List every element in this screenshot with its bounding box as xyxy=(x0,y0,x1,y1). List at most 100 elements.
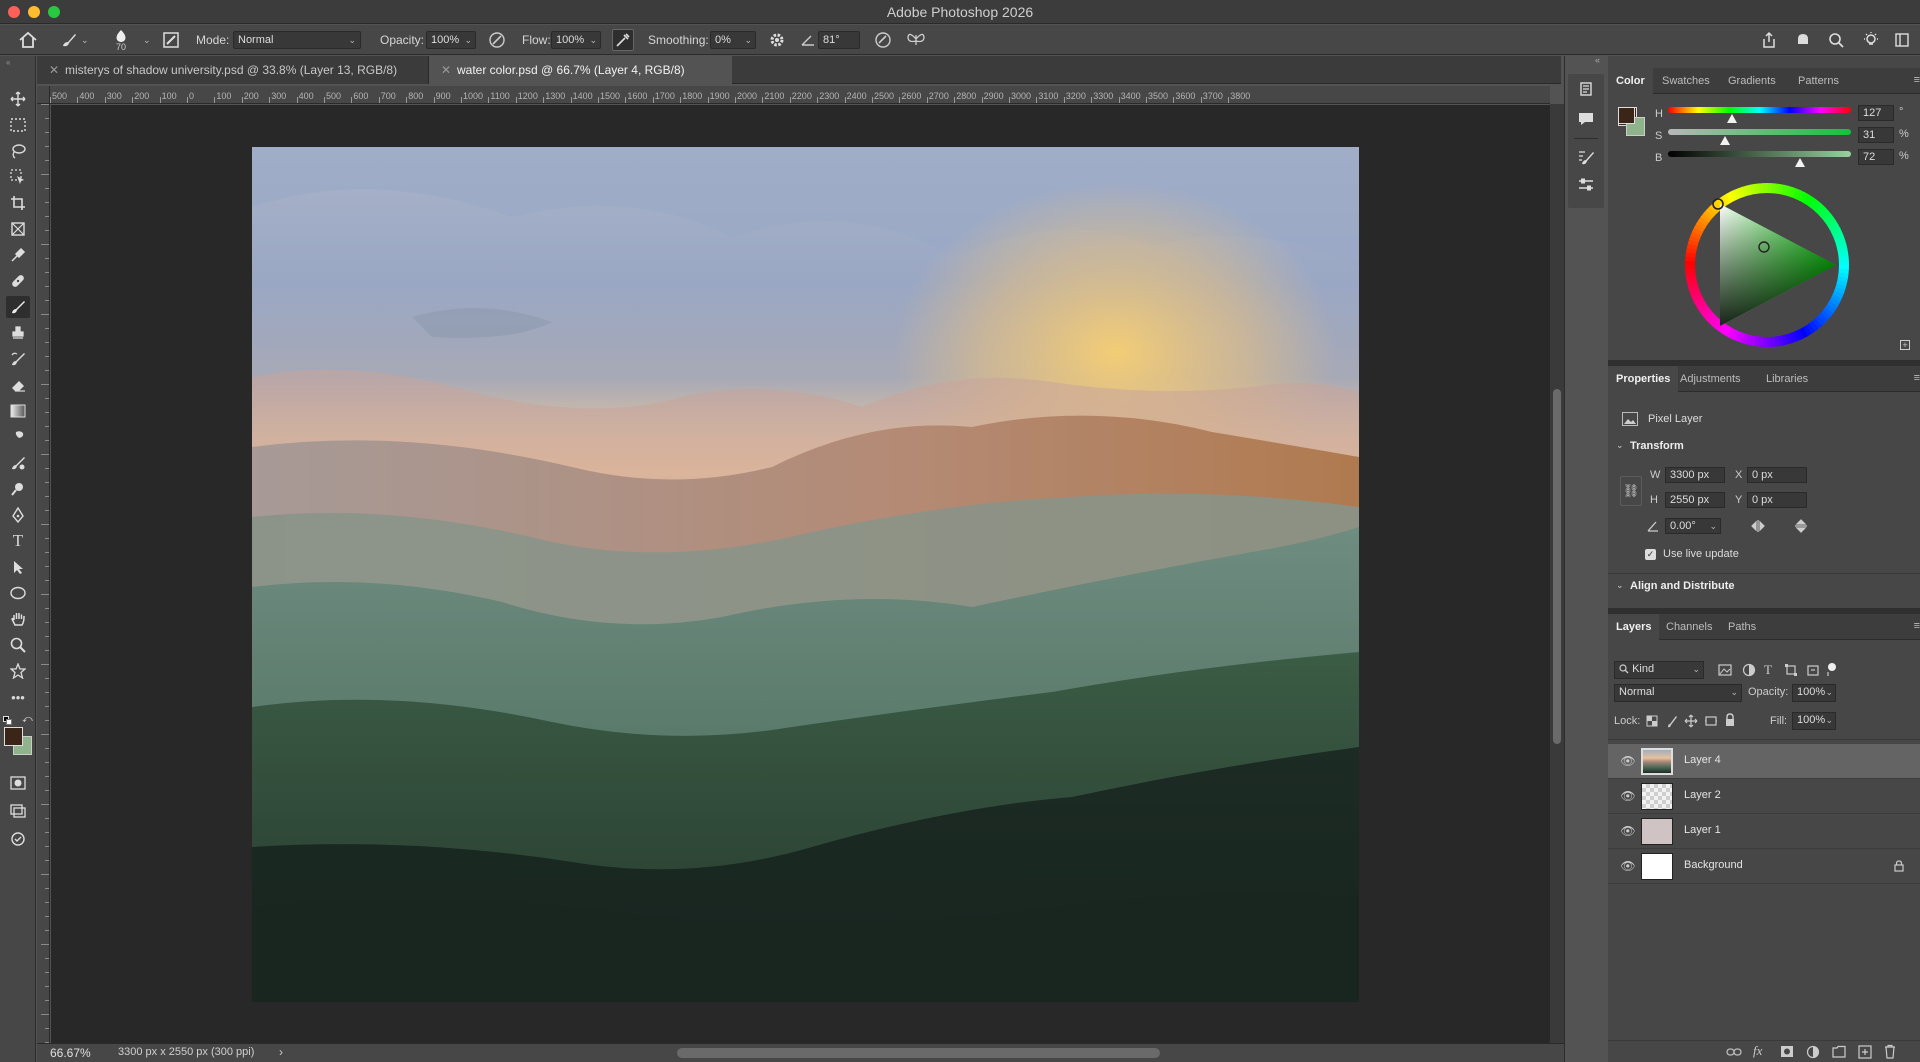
pressure-opacity-toggle[interactable] xyxy=(488,25,506,55)
rotation-field[interactable]: 0.00° ⌄ xyxy=(1665,518,1721,534)
search-button[interactable] xyxy=(1828,25,1845,55)
smoothing-settings-button[interactable] xyxy=(768,25,786,55)
opacity-field[interactable]: 100% ⌄ xyxy=(426,31,476,49)
discover-button[interactable] xyxy=(1862,25,1880,55)
swap-colors-icon[interactable]: ⤺ xyxy=(22,714,33,725)
symmetry-button[interactable] xyxy=(906,25,926,55)
tab-gradients[interactable]: Gradients xyxy=(1720,68,1784,94)
brightness-slider-thumb[interactable] xyxy=(1794,158,1805,167)
lock-position-icon[interactable] xyxy=(1684,714,1698,728)
close-tab-icon[interactable]: ✕ xyxy=(441,56,451,84)
foreground-color-swatch[interactable] xyxy=(4,727,23,746)
align-distribute-heading[interactable]: Align and Distribute xyxy=(1630,580,1735,592)
lock-image-pixels-icon[interactable] xyxy=(1666,714,1678,728)
filter-smart-object-icon[interactable] xyxy=(1806,663,1820,677)
layer-row-background[interactable]: 👁 Background xyxy=(1608,849,1920,884)
blend-mode-select[interactable]: Normal ⌄ xyxy=(1614,684,1742,702)
mode-select[interactable]: Normal ⌄ xyxy=(233,31,361,49)
content-aware-button[interactable] xyxy=(6,828,30,850)
brush-settings-panel-button[interactable] xyxy=(1576,148,1596,168)
layer-filter-kind-select[interactable]: Kind ⌄ xyxy=(1614,661,1704,679)
history-panel-button[interactable] xyxy=(1576,80,1596,100)
filter-toggle-icon[interactable] xyxy=(1824,662,1840,678)
ruler-origin[interactable] xyxy=(37,86,50,104)
history-brush-tool[interactable] xyxy=(6,348,30,370)
hue-slider-thumb[interactable] xyxy=(1727,114,1738,123)
dodge-tool[interactable] xyxy=(6,478,30,500)
flip-vertical-icon[interactable] xyxy=(1794,518,1808,534)
brush-angle-field[interactable]: 81° xyxy=(818,31,860,49)
pen-tool[interactable] xyxy=(6,504,30,526)
filter-shape-icon[interactable] xyxy=(1784,663,1798,677)
color-wheel[interactable] xyxy=(1676,174,1858,356)
width-field[interactable]: 3300 px xyxy=(1665,467,1725,483)
filter-adjustment-icon[interactable] xyxy=(1742,663,1756,677)
y-field[interactable]: 0 px xyxy=(1747,492,1807,508)
tab-water-color[interactable]: ✕ water color.psd @ 66.7% (Layer 4, RGB/… xyxy=(429,56,732,84)
workspace-button[interactable] xyxy=(1894,25,1910,55)
layer-name[interactable]: Layer 1 xyxy=(1684,824,1721,836)
delete-layer-icon[interactable] xyxy=(1884,1044,1896,1059)
lock-artboard-icon[interactable] xyxy=(1704,714,1718,728)
layer-name[interactable]: Layer 2 xyxy=(1684,789,1721,801)
link-dimensions-button[interactable]: ⛓ xyxy=(1620,476,1642,506)
flow-field[interactable]: 100% ⌄ xyxy=(551,31,601,49)
clone-stamp-tool[interactable] xyxy=(6,322,30,344)
filter-type-icon[interactable]: T xyxy=(1764,662,1772,678)
more-tools-button[interactable]: ••• xyxy=(6,686,30,708)
vertical-scrollbar[interactable] xyxy=(1550,104,1564,1043)
object-selection-tool[interactable] xyxy=(6,166,30,188)
home-button[interactable] xyxy=(18,25,38,55)
close-tab-icon[interactable]: ✕ xyxy=(49,56,59,84)
tab-patterns[interactable]: Patterns xyxy=(1790,68,1847,94)
collapse-chevron-icon[interactable]: « xyxy=(6,58,10,67)
path-selection-tool[interactable] xyxy=(6,556,30,578)
tab-misterys-of-shadow-university[interactable]: ✕ misterys of shadow university.psd @ 33… xyxy=(37,56,429,84)
tab-color[interactable]: Color xyxy=(1608,68,1653,94)
tab-channels[interactable]: Channels xyxy=(1658,614,1720,640)
comments-panel-button[interactable] xyxy=(1576,110,1596,130)
new-adjustment-layer-icon[interactable] xyxy=(1806,1045,1820,1059)
notifications-button[interactable] xyxy=(1795,25,1811,55)
visibility-eye-icon[interactable]: 👁 xyxy=(1620,789,1636,803)
lock-all-icon[interactable] xyxy=(1724,713,1736,727)
screen-mode-button[interactable] xyxy=(6,800,30,822)
horizontal-ruler[interactable]: 500 400 300 200 100 0 100 200 300 400 500 600 700 800… xyxy=(50,86,1550,104)
filter-pixel-icon[interactable] xyxy=(1718,664,1732,676)
tab-layers[interactable]: Layers xyxy=(1608,614,1660,640)
status-menu-arrow-icon[interactable]: › xyxy=(279,1045,283,1059)
move-tool[interactable] xyxy=(6,88,30,110)
eyedropper-tool[interactable] xyxy=(6,244,30,266)
lasso-tool[interactable] xyxy=(6,140,30,162)
link-layers-icon[interactable] xyxy=(1726,1046,1742,1058)
smudge-tool[interactable] xyxy=(6,426,30,448)
brush-preset-picker[interactable]: ⌄ xyxy=(60,25,89,55)
type-tool[interactable]: T xyxy=(6,530,30,552)
marquee-tool[interactable] xyxy=(6,114,30,136)
custom-tool[interactable] xyxy=(6,660,30,682)
brush-size-preview[interactable]: 70 xyxy=(112,25,130,55)
layer-row-layer-1[interactable]: 👁 Layer 1 xyxy=(1608,814,1920,849)
mixer-brush-tool[interactable] xyxy=(6,452,30,474)
layer-row-layer-2[interactable]: 👁 Layer 2 xyxy=(1608,779,1920,814)
tab-libraries[interactable]: Libraries xyxy=(1758,366,1816,392)
panel-menu-icon[interactable]: ≡ xyxy=(1914,372,1920,384)
x-field[interactable]: 0 px xyxy=(1747,467,1807,483)
layer-opacity-field[interactable]: 100% ⌄ xyxy=(1792,684,1836,702)
expand-panels-icon[interactable]: « xyxy=(1595,55,1600,65)
tab-paths[interactable]: Paths xyxy=(1720,614,1764,640)
fx-icon[interactable]: fx xyxy=(1753,1043,1762,1059)
layer-name[interactable]: Background xyxy=(1684,859,1743,871)
minimize-window-button[interactable] xyxy=(28,6,40,18)
tab-adjustments[interactable]: Adjustments xyxy=(1672,366,1749,392)
pressure-size-toggle[interactable] xyxy=(874,25,892,55)
lock-transparent-pixels-icon[interactable] xyxy=(1646,715,1658,727)
tab-properties[interactable]: Properties xyxy=(1608,366,1679,392)
share-button[interactable] xyxy=(1760,25,1778,55)
frame-tool[interactable] xyxy=(6,218,30,240)
new-layer-icon[interactable] xyxy=(1858,1045,1872,1059)
panel-menu-icon[interactable]: ≡ xyxy=(1914,620,1920,632)
brush-settings-toggle[interactable] xyxy=(162,25,180,55)
default-colors-icon[interactable] xyxy=(3,716,12,725)
saturation-slider[interactable] xyxy=(1668,129,1851,135)
